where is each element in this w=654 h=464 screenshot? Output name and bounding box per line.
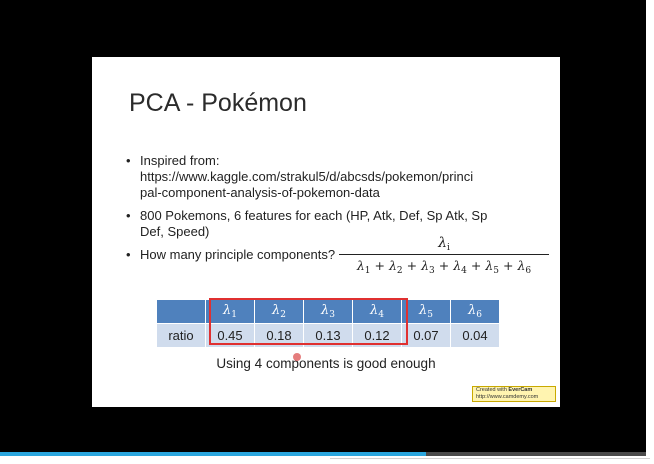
watermark-url: http://www.camdemy.com <box>476 394 539 400</box>
bullet-inspired: • Inspired from: https://www.kaggle.com/… <box>126 153 556 201</box>
formula-operator: + <box>406 258 418 273</box>
divider-line <box>330 458 650 459</box>
table-header-cell: λ5 <box>401 300 451 324</box>
bullet-line: Inspired from: <box>140 153 220 168</box>
header-symbol: λ <box>419 303 428 318</box>
slide: PCA - Pokémon • Inspired from: https://w… <box>92 57 560 407</box>
table-corner-cell <box>157 300 206 324</box>
highlight-box <box>209 298 408 345</box>
watermark-brand: EverCam <box>508 387 533 393</box>
slide-caption: Using 4 components is good enough <box>216 356 436 371</box>
header-subscript: 5 <box>427 310 433 320</box>
formula-symbol: λ <box>438 235 447 251</box>
ratio-formula: λi λ1 + λ2 + λ3 + λ4 + λ5 + λ6 <box>339 235 549 279</box>
bullet-dot: • <box>126 208 131 223</box>
formula-subscript: 5 <box>493 266 500 276</box>
formula-symbol: λ <box>453 258 462 273</box>
bullet-line: 800 Pokemons, 6 features for each (HP, A… <box>140 208 488 223</box>
formula-symbol: λ <box>421 258 430 273</box>
header-subscript: 6 <box>476 310 482 320</box>
formula-subscript: 3 <box>429 266 435 276</box>
ratio-cell: 0.07 <box>401 323 451 347</box>
formula-operator: + <box>470 258 482 273</box>
formula-symbol: λ <box>388 258 397 273</box>
bullet-line: pal-component-analysis-of-pokemon-data <box>140 185 380 200</box>
formula-subscript: i <box>446 243 450 253</box>
formula-operator: + <box>438 258 450 273</box>
formula-operator: + <box>503 258 514 273</box>
evercam-watermark: Created with EverCam http://www.camdemy.… <box>472 386 556 402</box>
bullet-dot: • <box>126 153 131 168</box>
slide-title: PCA - Pokémon <box>129 89 307 117</box>
header-symbol: λ <box>468 303 477 318</box>
bullet-line: https://www.kaggle.com/strakul5/d/abcsds… <box>140 169 474 184</box>
pointer-dot-icon <box>293 353 301 361</box>
formula-subscript: 2 <box>396 266 403 276</box>
fraction-bar <box>339 254 549 255</box>
video-player[interactable]: PCA - Pokémon • Inspired from: https://w… <box>0 0 646 452</box>
formula-subscript: 1 <box>364 266 371 276</box>
formula-subscript: 6 <box>525 266 532 276</box>
formula-numerator: λi <box>339 235 549 253</box>
formula-symbol: λ <box>356 258 365 273</box>
table-header-cell: λ6 <box>450 300 500 324</box>
formula-operator: + <box>374 258 385 273</box>
formula-subscript: 4 <box>461 266 467 276</box>
row-label-cell: ratio <box>157 323 206 347</box>
ratio-cell: 0.04 <box>450 323 500 347</box>
bottom-strip <box>0 456 654 464</box>
watermark-prefix: Created with <box>476 387 509 393</box>
bullet-dot: • <box>126 247 131 262</box>
formula-denominator: λ1 + λ2 + λ3 + λ4 + λ5 + λ6 <box>339 258 549 279</box>
watermark-line: Created with EverCam <box>476 387 552 394</box>
